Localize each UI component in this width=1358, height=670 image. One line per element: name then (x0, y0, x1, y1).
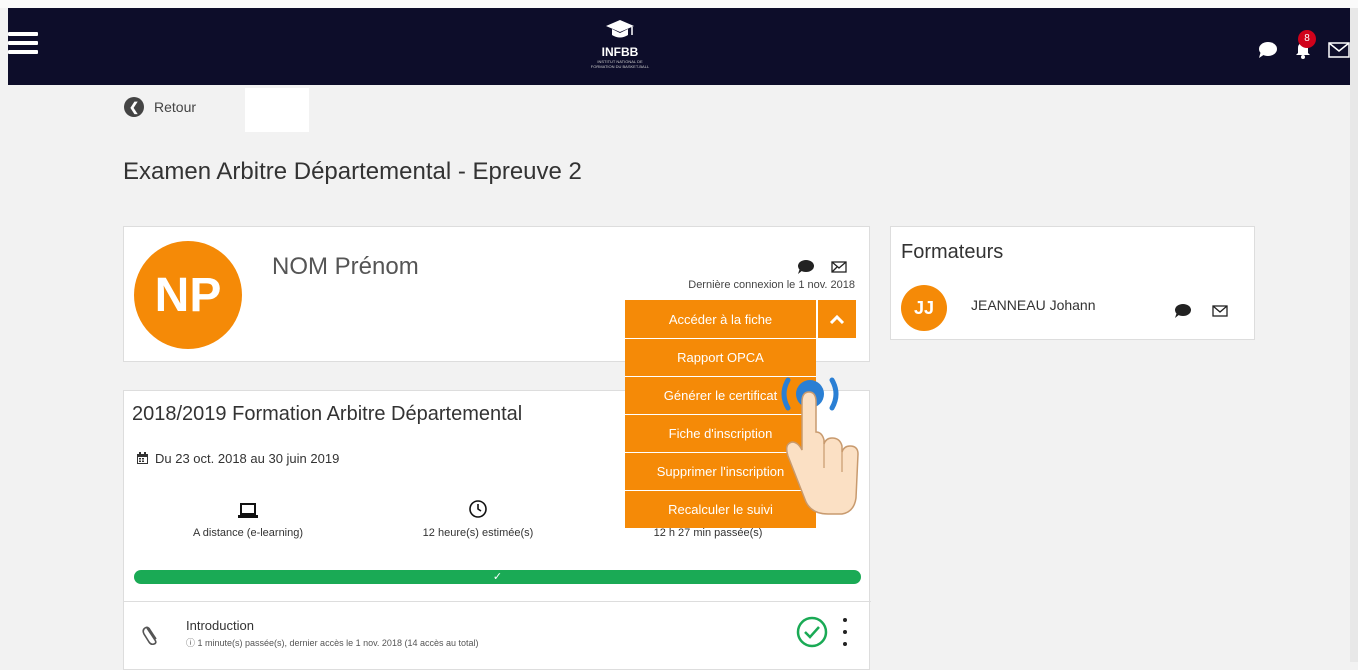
mail-icon[interactable] (831, 261, 847, 273)
module-name[interactable]: Introduction (186, 618, 254, 633)
back-link[interactable]: ❮ Retour (124, 97, 196, 117)
formation-title: 2018/2019 Formation Arbitre Départementa… (132, 403, 523, 425)
module-info-text: 1 minute(s) passée(s), dernier accès le … (197, 638, 479, 648)
more-options-icon[interactable] (840, 618, 850, 646)
module-info: ⓘ 1 minute(s) passée(s), dernier accès l… (186, 636, 479, 649)
logo[interactable]: INFBB INSTITUT NATIONAL DE FORMATION DU … (590, 18, 650, 74)
mail-icon[interactable] (1212, 305, 1228, 317)
scrollbar[interactable] (1350, 8, 1358, 662)
back-label: Retour (154, 99, 197, 115)
student-avatar: NP (134, 241, 242, 349)
completed-check-icon (796, 616, 828, 648)
chat-icon[interactable] (1256, 41, 1278, 59)
chevron-up-icon (829, 314, 845, 324)
logo-subtext: INSTITUT NATIONAL DE FORMATION DU BASKET… (590, 59, 650, 69)
module-row[interactable]: Introduction ⓘ 1 minute(s) passée(s), de… (124, 601, 871, 666)
notification-badge: 8 (1298, 30, 1316, 48)
stat-mode-label: A distance (e-learning) (192, 527, 304, 539)
stat-estimated: 12 heure(s) estimée(s) (378, 493, 578, 539)
trainer-name[interactable]: JEANNEAU Johann (971, 297, 1096, 313)
trainers-card: Formateurs JJ JEANNEAU Johann (890, 226, 1255, 340)
back-arrow-icon: ❮ (124, 97, 144, 117)
dropdown-toggle[interactable] (818, 300, 856, 338)
mail-icon[interactable] (1328, 42, 1350, 58)
menu-icon[interactable] (8, 32, 38, 60)
trainer-avatar: JJ (901, 285, 947, 331)
stat-estimated-label: 12 heure(s) estimée(s) (422, 527, 534, 539)
student-name: NOM Prénom (272, 253, 419, 280)
formation-dates: Du 23 oct. 2018 au 30 juin 2019 (136, 451, 339, 466)
chat-icon[interactable] (795, 259, 815, 275)
clock-icon (469, 500, 487, 518)
notifications[interactable]: 8 (1292, 30, 1316, 60)
chat-icon[interactable] (1172, 303, 1192, 319)
calendar-icon (137, 452, 148, 464)
stat-mode: A distance (e-learning) (148, 493, 348, 539)
graduation-cap-icon (606, 20, 634, 38)
trainer-contact-icons (1172, 303, 1228, 319)
progress-bar: ✓ (134, 570, 861, 584)
menu-item-rapport-opca[interactable]: Rapport OPCA (625, 338, 816, 376)
access-file-button[interactable]: Accéder à la fiche (625, 300, 816, 338)
logo-text: INFBB (601, 45, 639, 59)
last-login: Dernière connexion le 1 nov. 2018 (688, 279, 855, 291)
navbar: INFBB INSTITUT NATIONAL DE FORMATION DU … (8, 8, 1350, 85)
trainers-title: Formateurs (901, 241, 1004, 263)
nav-icons: 8 (1256, 30, 1350, 60)
stat-spent-label: 12 h 27 min passée(s) (653, 527, 763, 539)
tap-hand-icon (781, 377, 859, 515)
blank-box (245, 88, 309, 132)
paperclip-icon (142, 626, 157, 646)
dates-text: Du 23 oct. 2018 au 30 juin 2019 (155, 451, 340, 466)
page-title: Examen Arbitre Départemental - Epreuve 2 (123, 158, 582, 185)
info-icon: ⓘ (186, 638, 198, 648)
laptop-icon (238, 503, 258, 518)
student-contact-icons (795, 259, 847, 275)
top-strip (0, 0, 1358, 8)
